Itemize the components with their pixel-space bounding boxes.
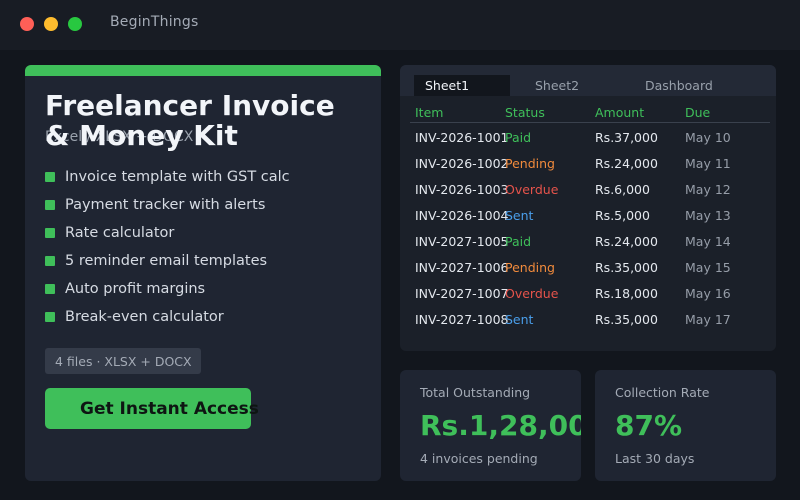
invoice-id: INV-2026-1003	[415, 182, 509, 197]
amount-cell: Rs.35,000	[595, 260, 658, 275]
feature-label: Break-even calculator	[65, 309, 224, 325]
table-row: INV-2026-1001 Paid Rs.37,000 May 10	[410, 125, 770, 151]
invoice-id: INV-2027-1008	[415, 312, 509, 327]
status-cell: Paid	[505, 130, 532, 145]
amount-cell: Rs.37,000	[595, 130, 658, 145]
check-icon	[45, 284, 55, 294]
column-header-due: Due	[685, 105, 711, 120]
stat-subtext: Last 30 days	[615, 451, 695, 466]
status-cell: Pending	[505, 156, 555, 171]
maximize-window-icon[interactable]	[68, 17, 82, 31]
invoice-id: INV-2027-1005	[415, 234, 509, 249]
product-title: Freelancer Invoice & Money Kit	[45, 89, 335, 152]
due-cell: May 17	[685, 312, 731, 327]
column-header-amount: Amount	[595, 105, 645, 120]
status-cell: Sent	[505, 208, 534, 223]
due-cell: May 15	[685, 260, 731, 275]
feature-item: Invoice template with GST calc	[45, 163, 290, 191]
minimize-window-icon[interactable]	[44, 17, 58, 31]
status-cell: Paid	[505, 234, 532, 249]
due-cell: May 10	[685, 130, 731, 145]
accent-bar	[25, 65, 381, 76]
feature-item: Rate calculator	[45, 219, 290, 247]
due-cell: May 11	[685, 156, 731, 171]
check-icon	[45, 228, 55, 238]
feature-item: 5 reminder email templates	[45, 247, 290, 275]
table-header: Item Status Amount Due	[410, 103, 770, 123]
table-row: INV-2027-1005 Paid Rs.24,000 May 14	[410, 229, 770, 255]
table-row: INV-2026-1002 Pending Rs.24,000 May 11	[410, 151, 770, 177]
amount-cell: Rs.24,000	[595, 234, 658, 249]
tab-sheet2[interactable]: Sheet2	[535, 75, 579, 96]
due-cell: May 14	[685, 234, 731, 249]
get-access-button[interactable]: Get Instant Access	[45, 388, 259, 429]
close-window-icon[interactable]	[20, 17, 34, 31]
due-cell: May 12	[685, 182, 731, 197]
stat-label: Collection Rate	[615, 385, 710, 400]
stat-card-outstanding: Total Outstanding Rs.1,28,000 4 invoices…	[400, 370, 581, 481]
table-row: INV-2027-1006 Pending Rs.35,000 May 15	[410, 255, 770, 281]
check-icon	[45, 200, 55, 210]
check-icon	[45, 172, 55, 182]
feature-item: Break-even calculator	[45, 303, 290, 331]
status-cell: Pending	[505, 260, 555, 275]
stat-value: 87%	[615, 409, 683, 442]
check-icon	[45, 312, 55, 322]
sheet-tabs: Sheet1 Sheet2 Dashboard	[400, 65, 776, 96]
feature-item: Payment tracker with alerts	[45, 191, 290, 219]
feature-label: Invoice template with GST calc	[65, 169, 290, 185]
app-title: BeginThings	[110, 14, 199, 30]
table-row: INV-2027-1008 Sent Rs.35,000 May 17	[410, 307, 770, 333]
title-bar: BeginThings	[0, 0, 800, 50]
status-cell: Overdue	[505, 286, 559, 301]
due-cell: May 13	[685, 208, 731, 223]
column-header-item: Item	[415, 105, 444, 120]
amount-cell: Rs.5,000	[595, 208, 650, 223]
feature-list: Invoice template with GST calc Payment t…	[45, 163, 290, 331]
stat-label: Total Outstanding	[420, 385, 531, 400]
product-card: Freelancer Invoice & Money Kit Excel / X…	[25, 65, 381, 481]
tab-sheet1[interactable]: Sheet1	[414, 75, 510, 96]
feature-label: 5 reminder email templates	[65, 253, 268, 269]
invoice-id: INV-2026-1002	[415, 156, 509, 171]
table-body: INV-2026-1001 Paid Rs.37,000 May 10 INV-…	[410, 125, 770, 333]
invoice-id: INV-2026-1001	[415, 130, 509, 145]
stat-card-collection-rate: Collection Rate 87% Last 30 days	[595, 370, 776, 481]
check-icon	[45, 256, 55, 266]
feature-item: Auto profit margins	[45, 275, 290, 303]
column-header-status: Status	[505, 105, 545, 120]
amount-cell: Rs.35,000	[595, 312, 658, 327]
due-cell: May 16	[685, 286, 731, 301]
files-badge: 4 files · XLSX + DOCX	[45, 348, 201, 374]
stat-subtext: 4 invoices pending	[420, 451, 538, 466]
tab-dashboard[interactable]: Dashboard	[645, 75, 713, 96]
feature-label: Auto profit margins	[65, 281, 206, 297]
table-row: INV-2026-1003 Overdue Rs.6,000 May 12	[410, 177, 770, 203]
invoice-id: INV-2027-1007	[415, 286, 509, 301]
table-row: INV-2027-1007 Overdue Rs.18,000 May 16	[410, 281, 770, 307]
invoice-id: INV-2027-1006	[415, 260, 509, 275]
amount-cell: Rs.24,000	[595, 156, 658, 171]
feature-label: Payment tracker with alerts	[65, 197, 266, 213]
invoice-id: INV-2026-1004	[415, 208, 509, 223]
feature-label: Rate calculator	[65, 225, 175, 241]
amount-cell: Rs.18,000	[595, 286, 658, 301]
status-cell: Sent	[505, 312, 534, 327]
table-row: INV-2026-1004 Sent Rs.5,000 May 13	[410, 203, 770, 229]
stat-value: Rs.1,28,000	[420, 409, 581, 442]
spreadsheet-preview: Sheet1 Sheet2 Dashboard Item Status Amou…	[400, 65, 776, 351]
amount-cell: Rs.6,000	[595, 182, 650, 197]
status-cell: Overdue	[505, 182, 559, 197]
